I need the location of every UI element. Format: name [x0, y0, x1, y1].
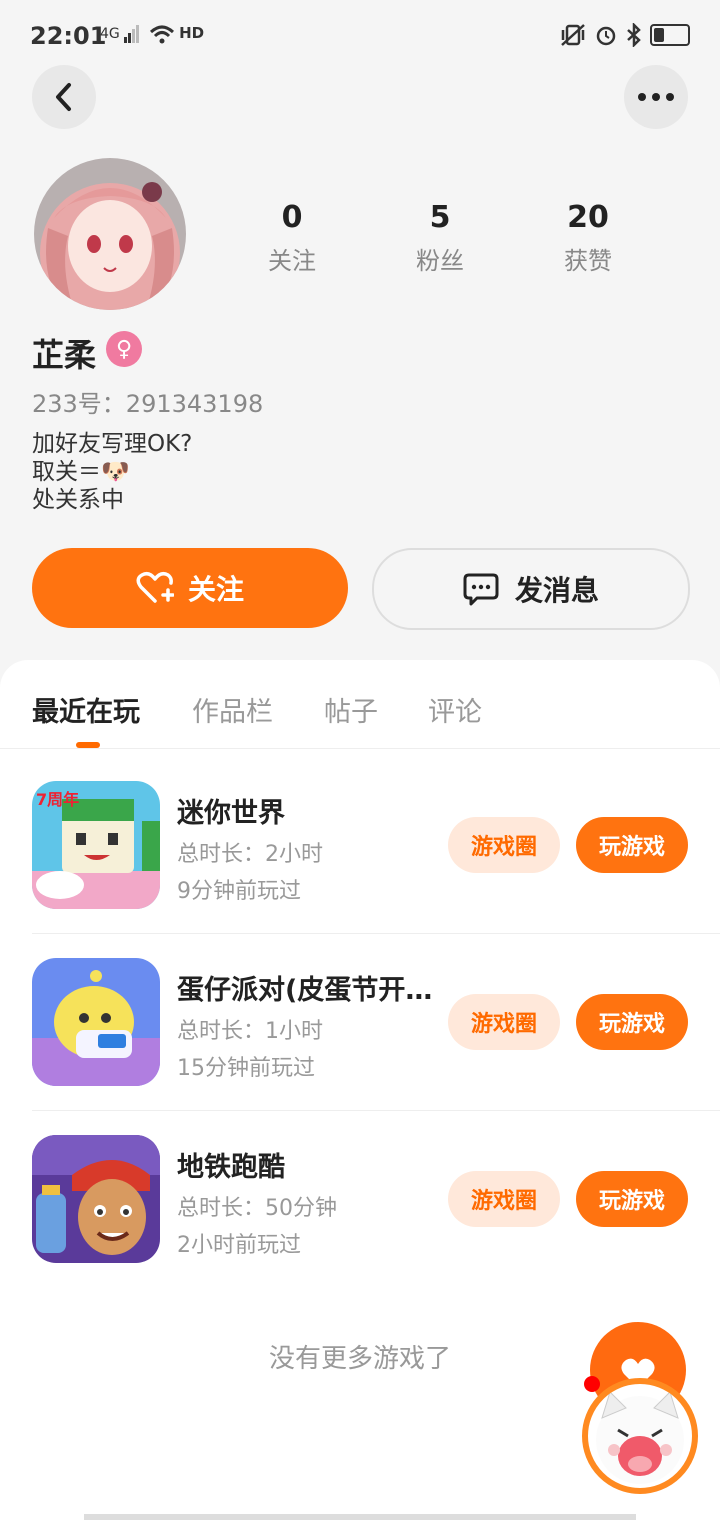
stat-following[interactable]: 0 关注	[232, 200, 352, 276]
stat-value: 5	[429, 200, 451, 235]
more-button[interactable]	[624, 65, 688, 129]
message-label: 发消息	[514, 574, 599, 607]
more-dots-icon	[638, 93, 674, 101]
game-circle-button[interactable]: 游戏圈	[448, 817, 560, 873]
chat-bubble-icon	[463, 573, 499, 606]
gesture-bar[interactable]	[84, 1514, 636, 1520]
tab-posts[interactable]: 帖子	[324, 690, 378, 729]
divider	[32, 933, 720, 934]
mascot-float-button[interactable]	[582, 1378, 698, 1494]
tab-comments[interactable]: 评论	[428, 690, 482, 729]
follow-button[interactable]: 关注	[32, 548, 348, 628]
stat-fans[interactable]: 5 粉丝	[380, 200, 500, 276]
game-title: 地铁跑酷	[177, 1152, 285, 1183]
cat-mascot-icon	[596, 1391, 684, 1484]
user-id: 233号：291343198	[32, 390, 264, 418]
game-duration: 总时长：2小时	[177, 842, 323, 867]
stat-label: 关注	[268, 247, 316, 275]
play-game-button[interactable]: 玩游戏	[576, 817, 688, 873]
stat-likes[interactable]: 20 获赞	[528, 200, 648, 276]
tab-recent-play[interactable]: 最近在玩	[32, 690, 140, 729]
status-time: 22:01	[30, 22, 107, 50]
status-bar: 22:01 4G HD	[0, 0, 720, 72]
chevron-left-icon	[56, 83, 71, 111]
wifi-icon	[149, 25, 174, 44]
game-title: 蛋仔派对(皮蛋节开…	[177, 975, 433, 1006]
avatar[interactable]	[34, 158, 186, 310]
stat-label: 获赞	[564, 247, 612, 275]
profile-name: 芷柔	[32, 336, 97, 374]
bio-line: 处关系中	[32, 487, 124, 513]
subway-surfers-icon[interactable]	[32, 1135, 160, 1263]
eggy-party-icon[interactable]	[32, 958, 160, 1086]
heart-plus-icon	[136, 571, 174, 603]
signal-icon: 4G HD	[100, 24, 204, 44]
divider	[0, 748, 720, 749]
bio-line: 取关＝🐶	[32, 459, 130, 485]
stat-value: 20	[567, 200, 609, 235]
hd-label: HD	[179, 24, 205, 42]
alarm-icon	[596, 26, 616, 46]
stat-label: 粉丝	[416, 247, 464, 275]
female-icon: ♀	[106, 331, 142, 367]
game-title: 迷你世界	[177, 798, 285, 829]
bluetooth-icon	[627, 21, 641, 49]
follow-label: 关注	[187, 573, 244, 606]
mini-world-icon[interactable]: 7周年	[32, 781, 160, 909]
bio: 加好友写理OK? 取关＝🐶 处关系中	[32, 430, 192, 514]
back-button[interactable]	[32, 65, 96, 129]
tab-works[interactable]: 作品栏	[192, 690, 273, 729]
game-badge: 7周年	[36, 790, 79, 809]
message-button[interactable]: 发消息	[372, 548, 690, 630]
stat-value: 0	[281, 200, 303, 235]
game-last-played: 15分钟前玩过	[177, 1056, 315, 1081]
play-game-button[interactable]: 玩游戏	[576, 1171, 688, 1227]
game-last-played: 2小时前玩过	[177, 1233, 301, 1258]
status-icons	[559, 21, 690, 49]
battery-icon	[650, 24, 690, 46]
game-circle-button[interactable]: 游戏圈	[448, 1171, 560, 1227]
game-last-played: 9分钟前玩过	[177, 879, 301, 904]
game-duration: 总时长：50分钟	[177, 1196, 337, 1221]
notification-dot	[584, 1376, 600, 1392]
network-label: 4G	[100, 26, 120, 42]
divider	[32, 1110, 720, 1111]
game-circle-button[interactable]: 游戏圈	[448, 994, 560, 1050]
play-game-button[interactable]: 玩游戏	[576, 994, 688, 1050]
vibrate-icon	[561, 24, 585, 46]
game-duration: 总时长：1小时	[177, 1019, 323, 1044]
bio-line: 加好友写理OK?	[32, 431, 193, 457]
